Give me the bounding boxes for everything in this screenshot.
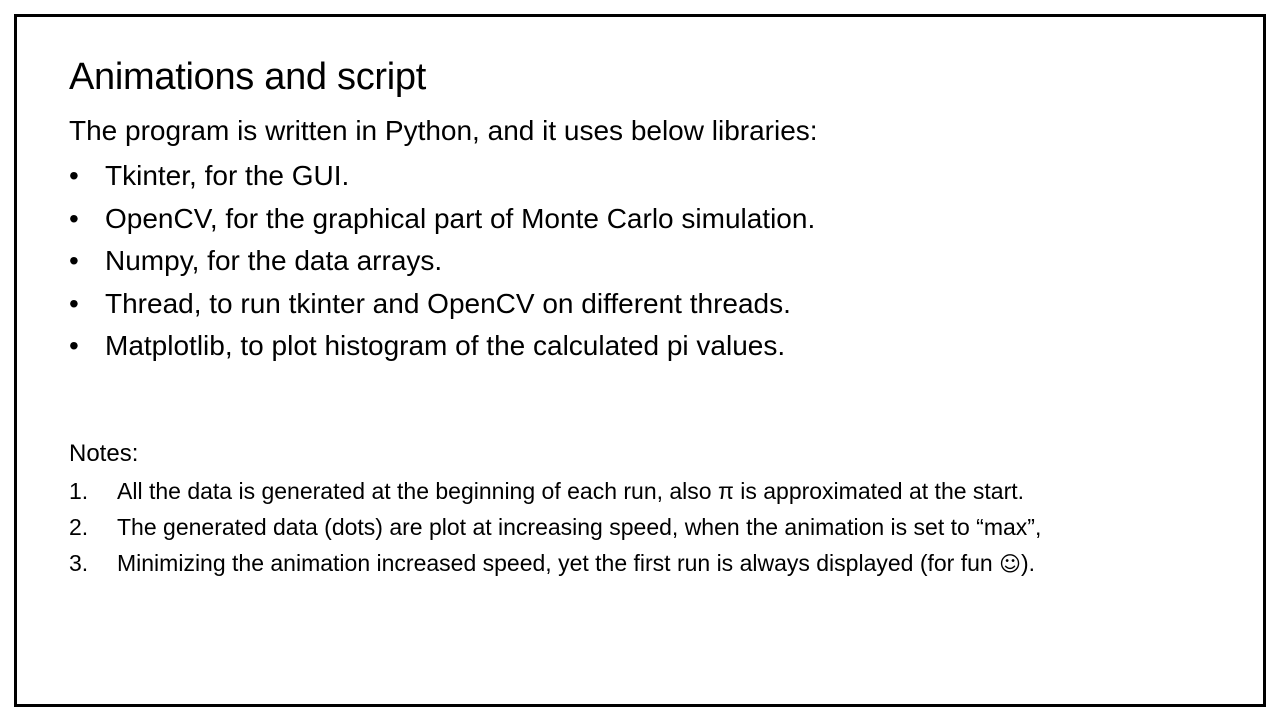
list-item: • Thread, to run tkinter and OpenCV on di…: [69, 283, 815, 326]
note-number: 2.: [69, 514, 89, 540]
bullet-icon: •: [69, 245, 79, 276]
slide: Animations and script The program is wri…: [14, 14, 1266, 707]
list-item: • Numpy, for the data arrays.: [69, 240, 815, 283]
list-item: • Matplotlib, to plot histogram of the ca…: [69, 325, 815, 368]
note-text: Minimizing the animation increased speed…: [117, 550, 1000, 576]
note-text: The generated data (dots) are plot at in…: [117, 514, 1042, 540]
note-item: 2. The generated data (dots) are plot at …: [69, 509, 1041, 545]
list-item-text: Matplotlib, to plot histogram of the cal…: [105, 330, 786, 361]
library-list: • Tkinter, for the GUI. • OpenCV, for the …: [69, 155, 815, 368]
note-item: 3. Minimizing the animation increased spe…: [69, 545, 1041, 582]
list-item-text: Numpy, for the data arrays.: [105, 245, 443, 276]
list-item-text: Thread, to run tkinter and OpenCV on dif…: [105, 287, 791, 319]
note-text-end: ).: [1021, 550, 1036, 576]
note-number: 3.: [69, 550, 89, 576]
slide-title: Animations and script: [69, 56, 426, 98]
notes-heading: Notes:: [69, 440, 139, 467]
note-text: All the data is generated at the beginni…: [117, 478, 1025, 504]
intro-text: The program is written in Python, and it…: [69, 115, 818, 146]
list-item-text: OpenCV, for the graphical part of Monte …: [105, 202, 816, 234]
note-number: 1.: [69, 478, 89, 504]
notes-list: 1. All the data is generated at the begin…: [69, 473, 1041, 582]
bullet-icon: •: [69, 287, 79, 319]
list-item: • OpenCV, for the graphical part of Monte…: [69, 198, 815, 241]
bullet-icon: •: [69, 330, 79, 361]
bullet-icon: •: [69, 202, 79, 234]
list-item: • Tkinter, for the GUI.: [69, 155, 815, 198]
list-item-text: Tkinter, for the GUI.: [105, 160, 350, 191]
smiley-icon: ☺: [999, 552, 1021, 576]
note-item: 1. All the data is generated at the begin…: [69, 473, 1041, 509]
bullet-icon: •: [69, 160, 79, 191]
